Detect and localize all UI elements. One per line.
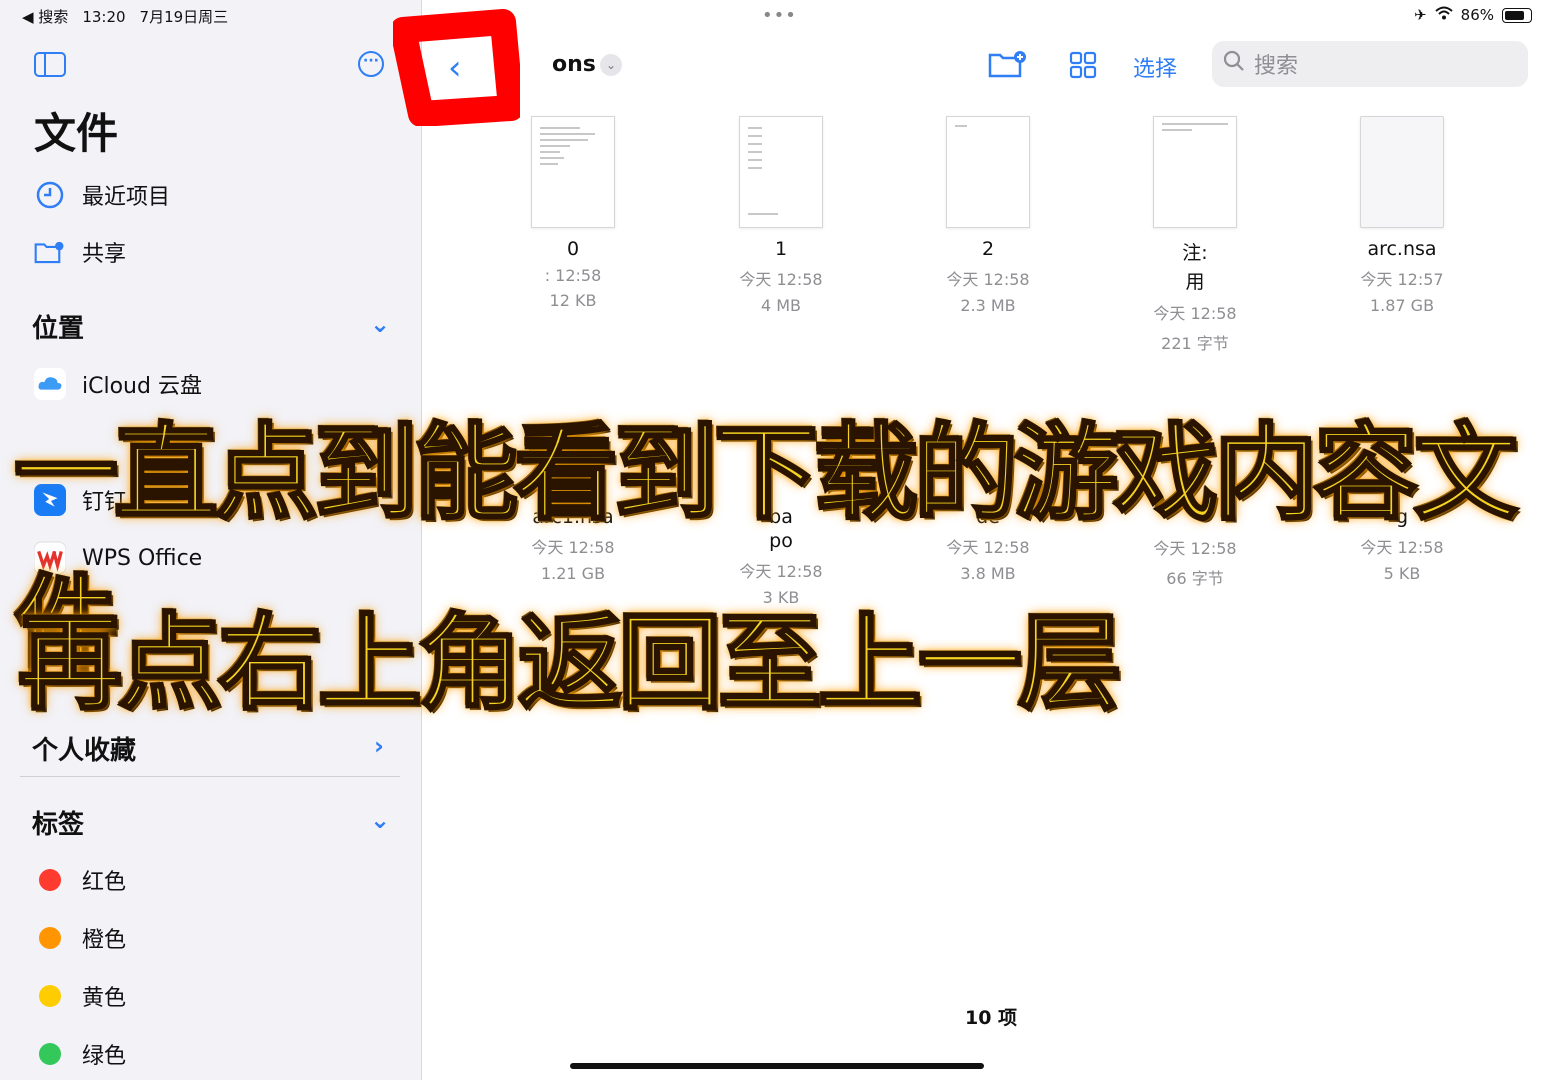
home-indicator[interactable] <box>570 1063 984 1069</box>
file-name: 1 <box>774 238 788 260</box>
chevron-right-icon[interactable]: › <box>374 732 384 760</box>
tags-section-title: 标签 <box>32 810 85 840</box>
file-item[interactable]: 2 今天 12:58 2.3 MB <box>903 116 1073 315</box>
file-date: : 12:58 <box>544 266 602 285</box>
file-size: 2.3 MB <box>960 296 1016 315</box>
file-size: 4 MB <box>760 296 802 315</box>
file-size: 1.87 GB <box>1369 296 1435 315</box>
search-placeholder: 搜索 <box>1254 54 1299 79</box>
battery-icon <box>1502 7 1532 23</box>
chevron-down-icon[interactable]: ⌄ <box>370 806 390 834</box>
file-name: 2 <box>981 238 995 260</box>
file-name: arc.nsa <box>1367 238 1437 260</box>
clock-icon <box>34 179 66 211</box>
file-item[interactable]: 0 : 12:58 12 KB <box>488 116 658 310</box>
sidebar-item-label: 橙色 <box>82 928 127 953</box>
sidebar-item-tag-yellow[interactable]: 黄色 <box>34 976 126 1016</box>
sidebar-item-label: 黄色 <box>82 986 127 1011</box>
tag-dot-icon <box>39 869 61 891</box>
sidebar-item-shared[interactable]: 共享 <box>34 232 126 272</box>
file-name-line2: 用 <box>1185 271 1205 293</box>
new-folder-icon[interactable] <box>988 49 1028 85</box>
file-item[interactable]: 注: 用 今天 12:58 221 字节 <box>1110 116 1280 354</box>
sidebar-item-label: 红色 <box>82 870 127 895</box>
sidebar-item-tag-red[interactable]: 红色 <box>34 860 126 900</box>
file-item[interactable]: 1 今天 12:58 4 MB <box>696 116 866 315</box>
sidebar-item-tag-orange[interactable]: 橙色 <box>34 918 126 958</box>
divider <box>20 776 400 777</box>
file-name: 注: <box>1182 242 1208 264</box>
file-date: 今天 12:58 <box>1153 304 1237 323</box>
sidebar-item-label: 共享 <box>82 242 127 267</box>
item-count: 10 项 <box>965 1007 1018 1029</box>
battery-percent: 86% <box>1460 6 1494 24</box>
status-time: 13:20 <box>82 7 126 26</box>
locations-section-title: 位置 <box>32 314 85 344</box>
document-thumbnail-icon <box>946 116 1030 228</box>
document-thumbnail-icon <box>531 116 615 228</box>
chevron-down-icon[interactable]: ⌄ <box>370 310 390 338</box>
sidebar-item-label: 最近项目 <box>82 185 171 210</box>
file-name: 0 <box>566 238 580 260</box>
more-options-icon[interactable]: ··· <box>358 51 384 77</box>
file-date: 今天 12:58 <box>946 270 1030 289</box>
file-item[interactable]: arc.nsa 今天 12:57 1.87 GB <box>1317 116 1487 315</box>
grid-view-icon[interactable] <box>1069 51 1097 85</box>
sidebar-toggle-icon[interactable] <box>34 52 66 77</box>
generic-file-icon <box>1360 116 1444 228</box>
folder-menu-chevron-icon[interactable]: ⌄ <box>600 54 622 76</box>
search-input[interactable]: 搜索 <box>1212 41 1528 87</box>
file-size: 12 KB <box>549 291 597 310</box>
folder-title[interactable]: ons <box>552 52 596 77</box>
sidebar-item-tag-green[interactable]: 绿色 <box>34 1034 126 1074</box>
file-date: 今天 12:58 <box>739 270 823 289</box>
status-bar: ◀ 搜索 13:20 7月19日周三 ✈ 86% <box>0 0 1554 32</box>
red-highlight-annotation <box>393 9 520 126</box>
document-thumbnail-icon <box>739 116 823 228</box>
caption-line-2: 再点右上角返回至上一层 <box>16 601 1123 726</box>
back-to-app-link[interactable]: ◀ 搜索 <box>22 6 68 27</box>
favorites-section-title: 个人收藏 <box>32 736 137 766</box>
airplane-icon: ✈ <box>1414 6 1427 24</box>
search-icon <box>1222 49 1246 79</box>
page-title: 文件 <box>34 109 119 158</box>
document-thumbnail-icon <box>1153 116 1237 228</box>
tag-dot-icon <box>39 927 61 949</box>
wifi-icon <box>1434 6 1453 24</box>
select-button[interactable]: 选择 <box>1133 51 1177 83</box>
file-size: 221 字节 <box>1161 334 1229 353</box>
sidebar-item-label: 绿色 <box>82 1044 127 1069</box>
tag-dot-icon <box>39 1043 61 1065</box>
tag-dot-icon <box>39 985 61 1007</box>
sidebar-item-recents[interactable]: 最近项目 <box>34 175 170 215</box>
status-date: 7月19日周三 <box>139 8 229 26</box>
shared-folder-icon <box>34 236 66 268</box>
file-date: 今天 12:57 <box>1360 270 1444 289</box>
